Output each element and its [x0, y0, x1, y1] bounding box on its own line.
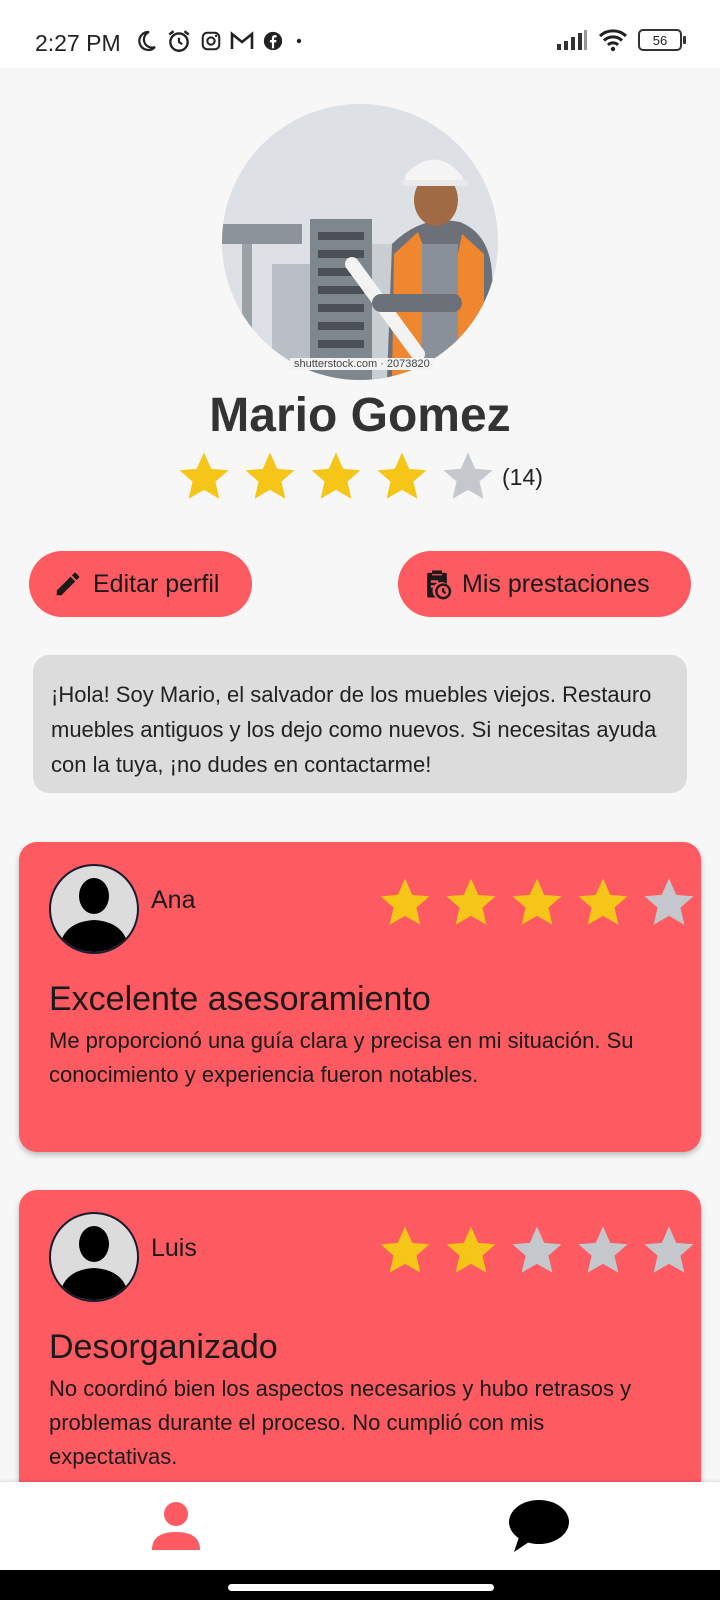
- star-filled-icon: [578, 878, 628, 925]
- star-filled-icon: [179, 452, 229, 499]
- star-filled-icon: [311, 452, 361, 499]
- profile-icon: [152, 1502, 200, 1550]
- gmail-icon: [230, 31, 254, 49]
- profile-bio: ¡Hola! Soy Mario, el salvador de los mue…: [33, 655, 687, 793]
- review-card: Luis Desorganizado No coordinó bien los …: [19, 1190, 701, 1500]
- nav-profile-button[interactable]: [150, 1500, 202, 1557]
- star-filled-icon: [380, 878, 430, 925]
- facebook-icon: [263, 31, 283, 51]
- home-gesture-handle[interactable]: [228, 1584, 494, 1591]
- review-title: Desorganizado: [49, 1328, 278, 1366]
- reviewer-name: Luis: [151, 1234, 197, 1262]
- review-rating: [377, 1224, 701, 1278]
- edit-profile-button[interactable]: Editar perfil: [29, 551, 252, 617]
- worker-photo-image: [222, 104, 498, 380]
- profile-name: Mario Gomez: [209, 389, 511, 442]
- reviewer-avatar: [49, 864, 139, 954]
- star-filled-icon: [245, 452, 295, 499]
- star-empty-icon: [512, 1226, 562, 1273]
- chat-icon: [509, 1500, 569, 1552]
- star-empty-icon: [644, 878, 694, 925]
- battery-level: 56: [652, 32, 668, 48]
- status-bar: 2:27 PM 56: [0, 0, 720, 68]
- person-silhouette-icon: [59, 1226, 129, 1300]
- profile-rating: (14): [176, 450, 543, 504]
- star-empty-icon: [644, 1226, 694, 1273]
- star-filled-icon: [512, 878, 562, 925]
- star-filled-icon: [446, 1226, 496, 1273]
- photo-watermark: shutterstock.com · 2073820: [290, 358, 434, 370]
- star-empty-icon: [578, 1226, 628, 1273]
- star-filled-icon: [377, 452, 427, 499]
- pencil-icon: [56, 572, 80, 596]
- clipboard-clock-icon: [427, 570, 452, 600]
- star-filled-icon: [446, 878, 496, 925]
- rating-count: (14): [502, 463, 543, 490]
- star-filled-icon: [380, 1226, 430, 1273]
- review-rating: [377, 876, 701, 930]
- battery-icon: 56: [638, 29, 686, 51]
- nav-chat-button[interactable]: [506, 1498, 570, 1559]
- bottom-navigation: [0, 1482, 720, 1570]
- wifi-icon: [598, 29, 628, 52]
- reviewer-avatar: [49, 1212, 139, 1302]
- review-card: Ana Excelente asesoramiento Me proporcio…: [19, 842, 701, 1152]
- profile-photo: [222, 104, 498, 380]
- review-body: No coordinó bien los aspectos necesarios…: [49, 1376, 632, 1469]
- review-body: Me proporcionó una guía clara y precisa …: [49, 1028, 634, 1087]
- star-empty-icon: [443, 452, 493, 499]
- reviewer-name: Ana: [151, 886, 196, 914]
- moon-icon: [138, 30, 156, 52]
- my-services-label: Mis prestaciones: [462, 569, 650, 598]
- review-title: Excelente asesoramiento: [49, 980, 431, 1018]
- status-system-icons: 56: [556, 28, 686, 52]
- edit-profile-label: Editar perfil: [93, 569, 220, 598]
- my-services-button[interactable]: Mis prestaciones: [398, 551, 691, 617]
- status-notification-icons: [134, 28, 306, 54]
- dot-icon: [296, 38, 302, 44]
- person-silhouette-icon: [59, 878, 129, 952]
- instagram-icon: [201, 31, 221, 51]
- signal-icon: [557, 30, 587, 50]
- alarm-icon: [168, 30, 190, 52]
- status-time: 2:27 PM: [35, 30, 121, 56]
